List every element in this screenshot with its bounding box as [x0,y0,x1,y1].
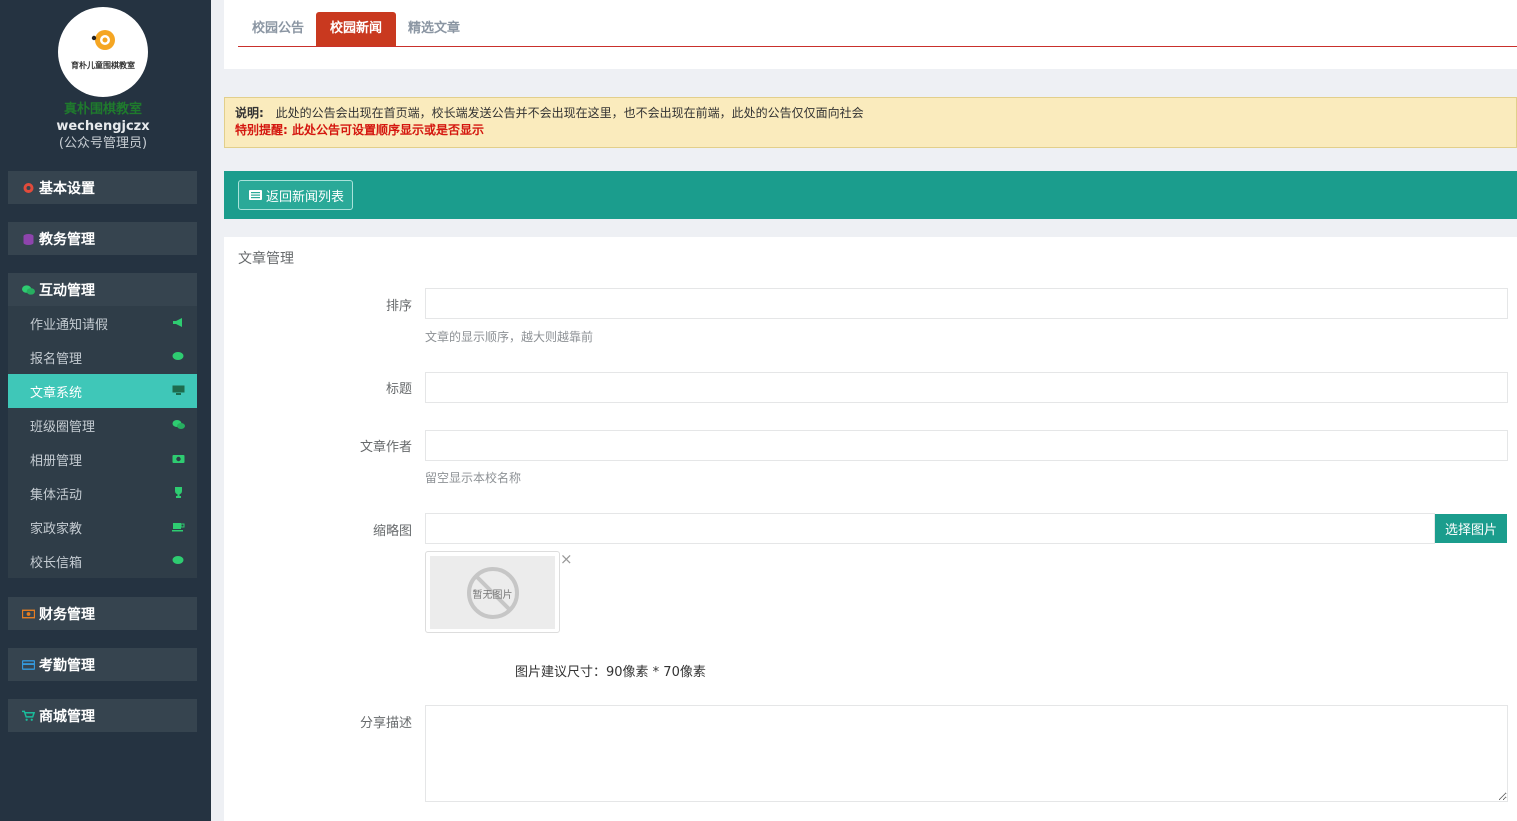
credit-card-icon [22,659,35,670]
user-name: wechengjczx [56,119,150,134]
remove-image-icon[interactable]: × [560,550,573,568]
menu-label: 考勤管理 [39,657,95,674]
sub-item-label: 校长信箱 [30,555,83,571]
article-form-panel: 文章管理 排序 文章的显示顺序，越大则越靠前 标题 文章作者 留空显示本校名称 … [224,237,1517,821]
sub-item-signup[interactable]: 报名管理 [8,340,197,374]
top-tab-bar: 校园公告 校园新闻 精选文章 [224,0,1517,69]
share-description-label: 分享描述 [359,716,412,731]
menu-finance[interactable]: 财务管理 [8,597,197,630]
author-help: 留空显示本校名称 [425,471,522,485]
sub-item-label: 相册管理 [30,453,83,469]
sub-item-homework[interactable]: 作业通知请假 [8,306,197,340]
sub-item-class-circle[interactable]: 班级圈管理 [8,408,197,442]
user-role: (公众号管理员) [58,136,148,151]
sub-item-activity[interactable]: 集体活动 [8,476,197,510]
trophy-icon [175,487,182,498]
sub-item-home-tutor[interactable]: 家政家教 [8,510,197,544]
school-logo: 育朴儿童围棋教室 [58,7,148,97]
choose-image-button[interactable]: 选择图片 [1435,514,1507,543]
thumbnail-label: 缩略图 [372,524,412,539]
cart-icon [22,710,35,721]
user-block: 真朴围棋教室 wechengjczx (公众号管理员) [0,101,206,152]
author-input[interactable] [425,430,1508,461]
desktop-icon [172,385,185,395]
interaction-submenu: 作业通知请假 报名管理 文章系统 班级圈管理 相册管理 集体活动 家政家教 校长… [8,306,197,578]
camera-icon [172,455,185,463]
sub-item-label: 班级圈管理 [30,419,96,435]
comments-icon [172,352,184,360]
menu-academic[interactable]: 教务管理 [8,222,197,255]
panel-title: 文章管理 [238,251,294,267]
sort-input[interactable] [425,288,1508,319]
image-size-tip: 图片建议尺寸：90像素 * 70像素 [515,665,706,680]
title-label: 标题 [385,382,412,397]
sub-item-label: 报名管理 [30,351,83,367]
logo-icon [91,30,115,50]
action-bar: 返回新闻列表 [224,171,1517,219]
sub-item-label: 集体活动 [30,487,83,503]
coffee-icon [172,523,185,532]
menu-label: 商城管理 [39,708,95,725]
thumbnail-input[interactable] [425,513,1435,544]
no-image-text: 暂无图片 [472,590,513,601]
bullhorn-icon [173,318,182,327]
menu-basic-settings[interactable]: 基本设置 [8,171,197,204]
sort-help: 文章的显示顺序，越大则越靠前 [425,330,594,344]
menu-attendance[interactable]: 考勤管理 [8,648,197,681]
back-button-label: 返回新闻列表 [266,189,345,205]
tab-campus-notice[interactable]: 校园公告 [238,12,318,46]
menu-label: 基本设置 [39,180,95,197]
sort-label: 排序 [385,299,412,314]
comments-icon [172,556,184,564]
share-description-textarea[interactable] [425,705,1508,802]
menu-label: 教务管理 [39,231,95,248]
menu-label: 财务管理 [39,606,95,623]
wechat-icon [172,420,185,429]
notice-warning: 特别提醒: 此处公告可设置顺序显示或是否显示 [235,123,484,137]
thumbnail-placeholder: 暂无图片 [430,556,555,629]
thumbnail-preview: 暂无图片 [425,551,560,633]
notice-prefix: 说明: [235,106,264,120]
logo-text: 育朴儿童围棋教室 [71,61,135,70]
gear-icon [23,182,34,193]
notice-text: 此处的公告会出现在首页端，校长端发送公告并不会出现在这里，也不会出现在前端，此处… [275,106,864,120]
tab-campus-news[interactable]: 校园新闻 [316,12,397,46]
sub-item-principal-mailbox[interactable]: 校长信箱 [8,544,197,578]
database-icon [23,233,34,245]
title-input[interactable] [425,372,1508,403]
notice-line: 说明: 此处的公告会出现在首页端，校长端发送公告并不会出现在这里，也不会出现在前… [235,105,1506,122]
school-name: 真朴围棋教室 [63,102,142,117]
notice-box: 说明: 此处的公告会出现在首页端，校长端发送公告并不会出现在这里，也不会出现在前… [224,97,1517,148]
sub-item-label: 作业通知请假 [30,317,109,333]
menu-mall[interactable]: 商城管理 [8,699,197,732]
author-label: 文章作者 [359,440,412,455]
wechat-icon [22,284,35,295]
sub-item-album[interactable]: 相册管理 [8,442,197,476]
money-icon [22,609,35,618]
tab-strip: 校园公告 校园新闻 精选文章 [238,12,1517,47]
sidebar: 育朴儿童围棋教室 真朴围棋教室 wechengjczx (公众号管理员) 基本设… [0,0,211,821]
sub-item-label: 文章系统 [30,385,83,401]
list-icon [249,190,262,200]
menu-interaction[interactable]: 互动管理 [8,273,197,306]
back-to-news-list-button[interactable]: 返回新闻列表 [238,180,353,210]
tab-featured-articles[interactable]: 精选文章 [394,12,474,46]
sub-item-label: 家政家教 [30,521,83,537]
sub-item-article-system[interactable]: 文章系统 [8,374,197,408]
menu-label: 互动管理 [39,282,95,299]
